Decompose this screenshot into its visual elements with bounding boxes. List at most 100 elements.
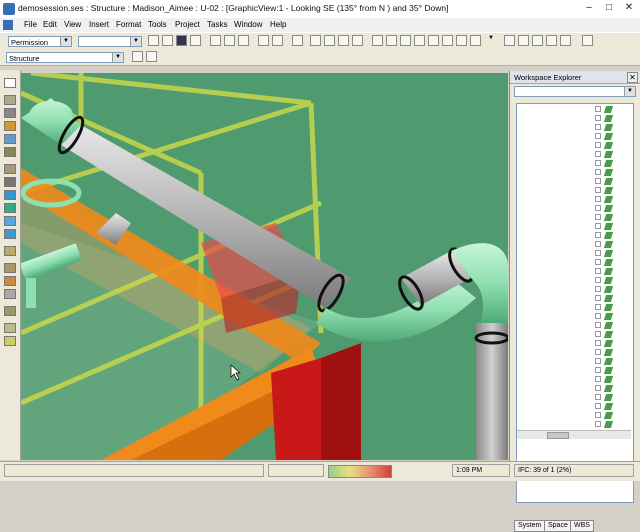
tree-item[interactable] <box>595 178 621 186</box>
tool-icon[interactable] <box>4 263 16 273</box>
tree-item[interactable] <box>595 277 621 285</box>
view-icon[interactable] <box>400 35 411 46</box>
expand-icon[interactable] <box>595 340 601 346</box>
close-button[interactable]: ✕ <box>622 2 636 15</box>
cut-icon[interactable] <box>210 35 221 46</box>
menu-project[interactable]: Project <box>175 20 200 29</box>
tree-item[interactable] <box>595 250 621 258</box>
tree-item[interactable] <box>595 214 621 222</box>
expand-icon[interactable] <box>595 367 601 373</box>
close-icon[interactable]: ✕ <box>627 72 638 83</box>
expand-icon[interactable] <box>595 115 601 121</box>
expand-icon[interactable] <box>595 232 601 238</box>
task-icon[interactable] <box>132 51 143 62</box>
expand-icon[interactable] <box>595 313 601 319</box>
expand-icon[interactable] <box>595 412 601 418</box>
expand-icon[interactable] <box>595 241 601 247</box>
tree-item[interactable] <box>595 205 621 213</box>
undo-icon[interactable] <box>292 35 303 46</box>
minimize-button[interactable]: – <box>582 2 596 15</box>
tree-item[interactable] <box>595 223 621 231</box>
tree-item[interactable] <box>595 394 621 402</box>
expand-icon[interactable] <box>595 160 601 166</box>
tree-item[interactable] <box>595 232 621 240</box>
tool-icon[interactable] <box>4 323 16 333</box>
expand-icon[interactable] <box>595 223 601 229</box>
expand-icon[interactable] <box>595 196 601 202</box>
menu-file[interactable]: File <box>24 20 37 29</box>
tree-item[interactable] <box>595 340 621 348</box>
menu-window[interactable]: Window <box>234 20 262 29</box>
tree-item[interactable] <box>595 412 621 420</box>
expand-icon[interactable] <box>595 394 601 400</box>
horizontal-scrollbar[interactable] <box>517 430 631 439</box>
tree-item[interactable] <box>595 259 621 267</box>
tree-item[interactable] <box>595 403 621 411</box>
expand-icon[interactable] <box>595 187 601 193</box>
tree-item[interactable] <box>595 349 621 357</box>
graphic-view[interactable] <box>21 73 508 460</box>
expand-icon[interactable] <box>595 106 601 112</box>
tree-item[interactable] <box>595 376 621 384</box>
menu-edit[interactable]: Edit <box>43 20 57 29</box>
explorer-tree[interactable] <box>516 103 634 503</box>
pan-icon[interactable] <box>546 35 557 46</box>
zoom-icon[interactable] <box>504 35 515 46</box>
view-icon[interactable] <box>414 35 425 46</box>
expand-icon[interactable] <box>595 205 601 211</box>
expand-icon[interactable] <box>595 349 601 355</box>
expand-icon[interactable] <box>595 295 601 301</box>
select-icon[interactable] <box>310 35 321 46</box>
expand-icon[interactable] <box>595 358 601 364</box>
tree-item[interactable] <box>595 151 621 159</box>
tree-item[interactable] <box>595 196 621 204</box>
edit-icon[interactable] <box>352 35 363 46</box>
help-icon[interactable] <box>582 35 593 46</box>
tool-icon[interactable] <box>4 289 16 299</box>
zoom-icon[interactable] <box>532 35 543 46</box>
tool-icon[interactable] <box>4 336 16 346</box>
tree-item[interactable] <box>595 331 621 339</box>
tool-icon[interactable] <box>4 246 16 256</box>
expand-icon[interactable] <box>595 151 601 157</box>
expand-icon[interactable] <box>595 385 601 391</box>
tree-item[interactable] <box>595 241 621 249</box>
measure-icon[interactable] <box>338 35 349 46</box>
tool-icon[interactable] <box>4 276 16 286</box>
expand-icon[interactable] <box>595 421 601 427</box>
menu-tools[interactable]: Tools <box>148 20 167 29</box>
tool-icon[interactable] <box>4 190 16 200</box>
view-icon[interactable] <box>470 35 481 46</box>
tree-item[interactable] <box>595 124 621 132</box>
tool-icon[interactable] <box>4 147 16 157</box>
pointer-icon[interactable] <box>4 78 16 88</box>
menu-format[interactable]: Format <box>116 20 141 29</box>
view-icon[interactable] <box>428 35 439 46</box>
new-icon[interactable] <box>148 35 159 46</box>
chevron-down-icon[interactable]: ▼ <box>130 37 141 46</box>
tool-icon[interactable] <box>4 134 16 144</box>
tool-icon[interactable] <box>4 203 16 213</box>
rotate-icon[interactable] <box>560 35 571 46</box>
tree-item[interactable] <box>595 322 621 330</box>
tool-icon[interactable] <box>4 306 16 316</box>
tree-item[interactable] <box>595 187 621 195</box>
task-icon[interactable] <box>146 51 157 62</box>
view-icon[interactable] <box>386 35 397 46</box>
tree-item[interactable] <box>595 358 621 366</box>
delete-icon[interactable] <box>272 35 283 46</box>
tool-icon[interactable] <box>4 216 16 226</box>
tree-item[interactable] <box>595 169 621 177</box>
zoom-icon[interactable] <box>518 35 529 46</box>
tree-item[interactable] <box>595 268 621 276</box>
paste-icon[interactable] <box>238 35 249 46</box>
tree-item[interactable] <box>595 385 621 393</box>
expand-icon[interactable] <box>595 133 601 139</box>
tool-icon[interactable] <box>4 108 16 118</box>
copy-icon[interactable] <box>224 35 235 46</box>
expand-icon[interactable] <box>595 331 601 337</box>
filter-icon[interactable] <box>324 35 335 46</box>
tab-space[interactable]: Space <box>544 520 572 532</box>
tree-item[interactable] <box>595 115 621 123</box>
expand-icon[interactable] <box>595 142 601 148</box>
